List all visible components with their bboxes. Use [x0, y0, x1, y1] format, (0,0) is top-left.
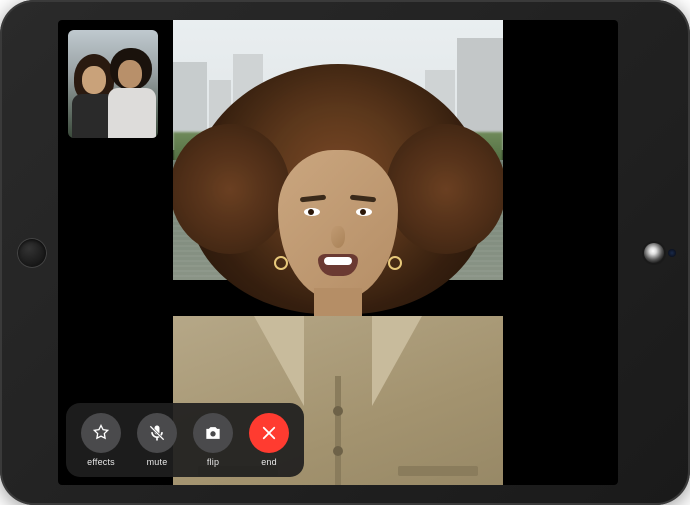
end-label: end — [261, 457, 277, 467]
ipad-device-frame: effects mute flip end — [0, 0, 690, 505]
flip-label: flip — [207, 457, 219, 467]
camera-icon — [193, 413, 233, 453]
sensor-dot — [668, 249, 676, 257]
call-controls: effects mute flip end — [66, 403, 304, 477]
self-view-pip[interactable] — [68, 30, 158, 138]
effects-label: effects — [87, 457, 115, 467]
flip-button[interactable]: flip — [190, 413, 236, 467]
mute-label: mute — [147, 457, 168, 467]
mute-button[interactable]: mute — [134, 413, 180, 467]
front-camera — [644, 243, 664, 263]
star-icon — [81, 413, 121, 453]
home-button[interactable] — [17, 238, 47, 268]
end-call-button[interactable]: end — [246, 413, 292, 467]
effects-button[interactable]: effects — [78, 413, 124, 467]
close-icon — [249, 413, 289, 453]
screen: effects mute flip end — [58, 20, 618, 485]
mic-off-icon — [137, 413, 177, 453]
